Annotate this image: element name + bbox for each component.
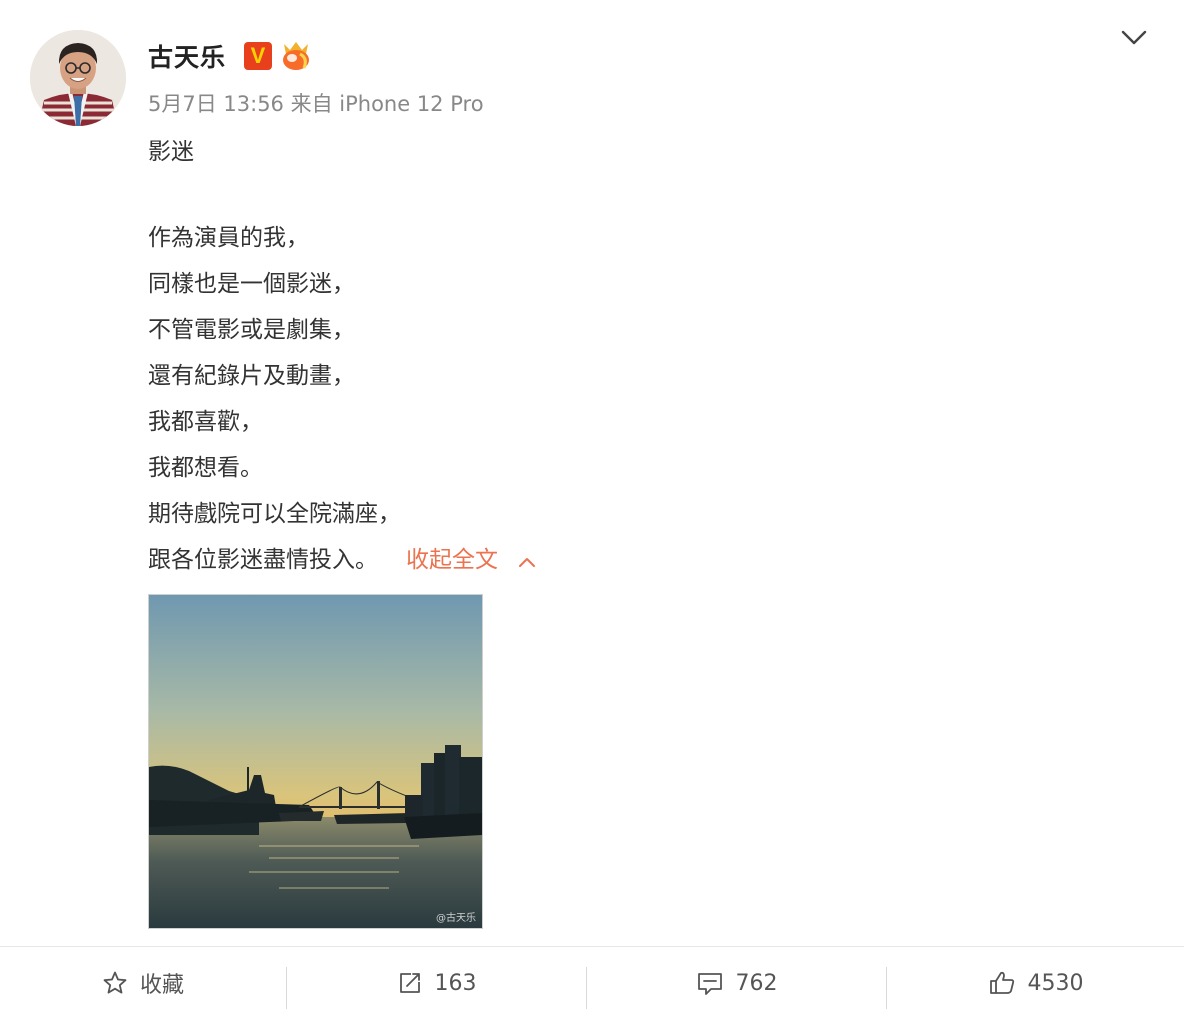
favorite-label: 收藏 [139,973,184,998]
author-name[interactable]: 古天乐 [148,38,226,74]
collapse-text-button[interactable]: 收起全文 [406,547,498,573]
image-watermark: @古天乐 [436,913,476,924]
favorite-button[interactable]: 收藏 [0,947,286,1019]
repost-count: 163 [434,970,477,996]
post-line: 同樣也是一個影迷， [148,271,355,297]
like-button[interactable]: 4530 [887,947,1184,1019]
chevron-down-icon[interactable] [1118,26,1150,50]
post-line: 期待戲院可以全院滿座， [148,501,401,527]
comment-count: 762 [735,970,778,996]
comment-icon [697,973,722,995]
thumbs-up-icon [989,971,1014,994]
post-line: 我都想看。 [148,455,263,481]
post-line: 還有紀錄片及動畫， [148,363,355,389]
post-line: 作為演員的我， [148,225,309,251]
post-line: 跟各位影迷盡情投入。 [148,547,378,573]
post-title: 影迷 [148,139,194,165]
post-meta: 5月7日 13:56 来自 iPhone 12 Pro [148,92,484,116]
post-image[interactable]: @古天乐 [148,594,483,929]
repost-button[interactable]: 163 [287,947,586,1019]
comment-button[interactable]: 762 [587,947,886,1019]
post-line: 不管電影或是劇集， [148,317,355,343]
star-icon [103,971,127,994]
post-body: 作為演員的我， 同樣也是一個影迷， 不管電影或是劇集， 還有紀錄片及動畫， 我都… [148,222,536,590]
post-last-line: 跟各位影迷盡情投入。 收起全文 [148,544,536,590]
chevron-up-icon[interactable] [518,545,536,577]
like-count: 4530 [1027,970,1084,996]
avatar[interactable] [30,30,126,126]
verified-badge: V [244,42,272,70]
member-badge-icon [278,40,314,72]
share-icon [399,973,420,993]
action-bar: 收藏 163 762 4530 [0,946,1184,1019]
post-line: 我都喜歡， [148,409,263,435]
